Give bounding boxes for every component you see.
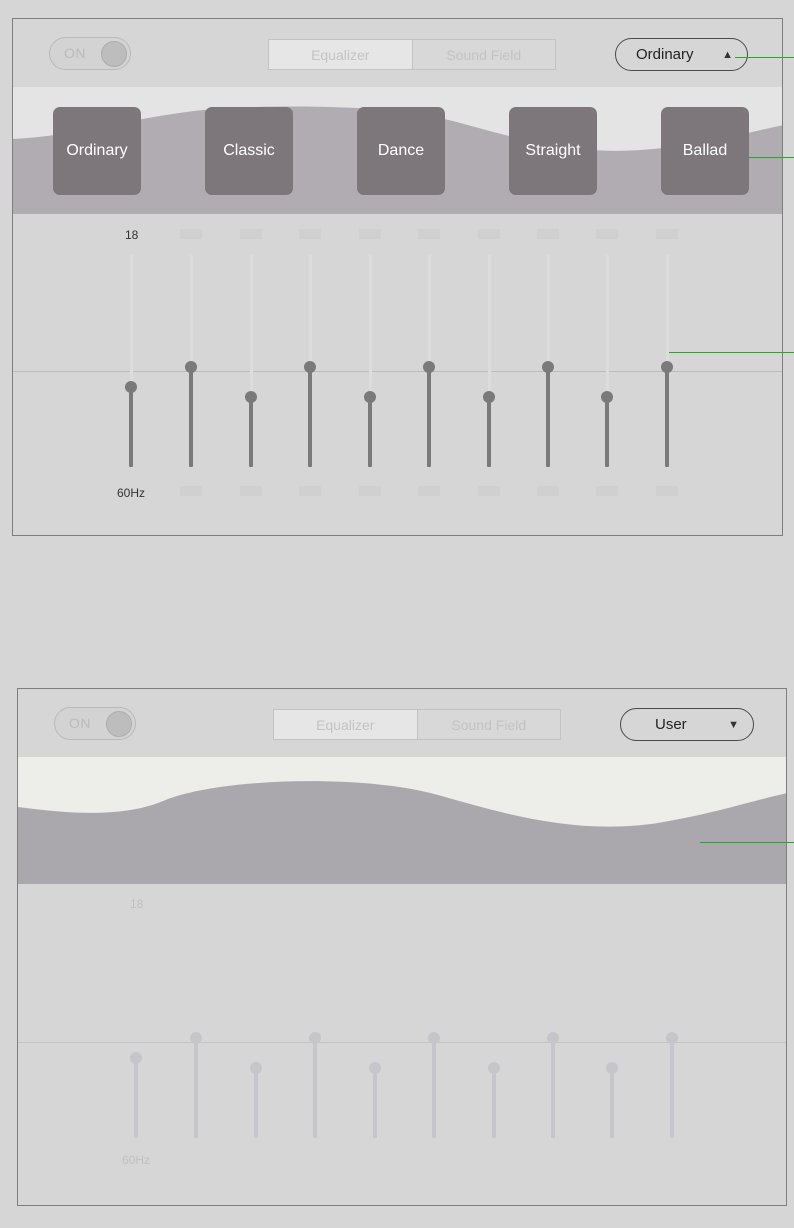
eq-slider-knob[interactable]	[364, 391, 376, 403]
eq-slider-fill	[134, 1058, 138, 1138]
eq-slider-fill	[432, 1038, 436, 1138]
eq-top-label: 18	[130, 897, 144, 911]
preset-button-ballad[interactable]: Ballad	[661, 107, 749, 195]
eq-slider-knob[interactable]	[488, 1062, 500, 1074]
eq-slider-fill	[427, 367, 431, 467]
eq-slider-knob[interactable]	[369, 1062, 381, 1074]
preset-dropdown[interactable]: Ordinary ▲	[615, 38, 748, 71]
eq-slider-knob[interactable]	[661, 361, 673, 373]
eq-slider-knob[interactable]	[601, 391, 613, 403]
eq-slider-fill	[308, 367, 312, 467]
eq-top-label: 18	[125, 228, 139, 242]
eq-slider-fill	[194, 1038, 198, 1138]
eq-band-bottom-label	[596, 486, 618, 496]
eq-slider-knob[interactable]	[125, 381, 137, 393]
eq-slider-fill	[492, 1068, 496, 1138]
preset-button-dance[interactable]: Dance	[357, 107, 445, 195]
eq-band-top-label	[537, 229, 559, 239]
mode-tab-group: Equalizer Sound Field	[268, 39, 556, 70]
eq-slider-knob[interactable]	[542, 361, 554, 373]
eq-slider-fill	[368, 397, 372, 467]
eq-slider-fill	[610, 1068, 614, 1138]
preset-dropdown-value: User	[655, 716, 687, 733]
sound-wave-graphic	[18, 757, 786, 884]
eq-band-top-label	[299, 229, 321, 239]
tab-sound-field[interactable]: Sound Field	[418, 710, 561, 739]
eq-slider-fill	[189, 367, 193, 467]
mode-tab-group: Equalizer Sound Field	[273, 709, 561, 740]
eq-slider-knob[interactable]	[483, 391, 495, 403]
eq-slider-fill	[487, 397, 491, 467]
preset-button-ordinary[interactable]: Ordinary	[53, 107, 141, 195]
eq-band-top-label	[180, 229, 202, 239]
tab-equalizer[interactable]: Equalizer	[269, 40, 413, 69]
eq-band-bottom-label	[299, 486, 321, 496]
eq-band-bottom-label	[537, 486, 559, 496]
eq-band-bottom-label	[478, 486, 500, 496]
eq-band-top-label	[478, 229, 500, 239]
eq-slider-fill	[551, 1038, 555, 1138]
callout-line-presets	[748, 157, 794, 158]
eq-slider-fill	[129, 387, 133, 467]
caret-down-icon: ▼	[728, 718, 739, 731]
eq-slider-fill	[665, 367, 669, 467]
eq-band-bottom-label	[359, 486, 381, 496]
eq-slider-fill	[605, 397, 609, 467]
preset-dropdown-value: Ordinary	[636, 46, 694, 63]
eq-band-bottom-label	[418, 486, 440, 496]
caret-up-icon: ▲	[722, 48, 733, 61]
eq-slider-knob[interactable]	[304, 361, 316, 373]
eq-band-top-label	[240, 229, 262, 239]
preset-button-classic[interactable]: Classic	[205, 107, 293, 195]
eq-slider-knob[interactable]	[245, 391, 257, 403]
eq-slider-knob[interactable]	[666, 1032, 678, 1044]
power-toggle-knob	[106, 711, 132, 737]
eq-slider-fill	[670, 1038, 674, 1138]
preset-dropdown[interactable]: User ▼	[620, 708, 754, 741]
preset-button-straight[interactable]: Straight	[509, 107, 597, 195]
power-toggle[interactable]: ON	[49, 37, 131, 70]
tab-equalizer[interactable]: Equalizer	[274, 710, 418, 739]
equalizer-panel-preset-menu-open: ON Equalizer Sound Field Ordinary ▲ Ordi…	[12, 18, 783, 536]
eq-frequency-label: 60Hz	[117, 486, 146, 500]
eq-slider-fill	[546, 367, 550, 467]
tab-sound-field[interactable]: Sound Field	[413, 40, 556, 69]
eq-band-bottom-label	[656, 486, 678, 496]
equalizer-panel-user: ON Equalizer Sound Field User ▼ 18 60Hz	[17, 688, 787, 1206]
power-toggle-knob	[101, 41, 127, 67]
eq-slider-knob[interactable]	[185, 361, 197, 373]
eq-slider-knob[interactable]	[309, 1032, 321, 1044]
eq-slider-knob[interactable]	[428, 1032, 440, 1044]
power-toggle-label: ON	[69, 715, 91, 731]
sound-wave-band	[18, 757, 786, 884]
eq-slider-fill	[254, 1068, 258, 1138]
eq-slider-knob[interactable]	[547, 1032, 559, 1044]
eq-slider-fill	[373, 1068, 377, 1138]
eq-slider-knob[interactable]	[250, 1062, 262, 1074]
eq-slider-knob[interactable]	[606, 1062, 618, 1074]
callout-line-sliders	[669, 352, 794, 353]
eq-band-bottom-label	[240, 486, 262, 496]
eq-slider-fill	[313, 1038, 317, 1138]
eq-frequency-label: 60Hz	[122, 1153, 151, 1167]
power-toggle-label: ON	[64, 45, 86, 61]
callout-line-dropdown	[735, 57, 794, 58]
eq-band-top-label	[359, 229, 381, 239]
eq-band-bottom-label	[180, 486, 202, 496]
eq-slider-knob[interactable]	[190, 1032, 202, 1044]
eq-slider-fill	[249, 397, 253, 467]
eq-band-top-label	[656, 229, 678, 239]
eq-band-top-label	[418, 229, 440, 239]
eq-band-top-label	[596, 229, 618, 239]
eq-slider-knob[interactable]	[423, 361, 435, 373]
eq-slider-knob[interactable]	[130, 1052, 142, 1064]
power-toggle[interactable]: ON	[54, 707, 136, 740]
callout-line-wave	[700, 842, 794, 843]
